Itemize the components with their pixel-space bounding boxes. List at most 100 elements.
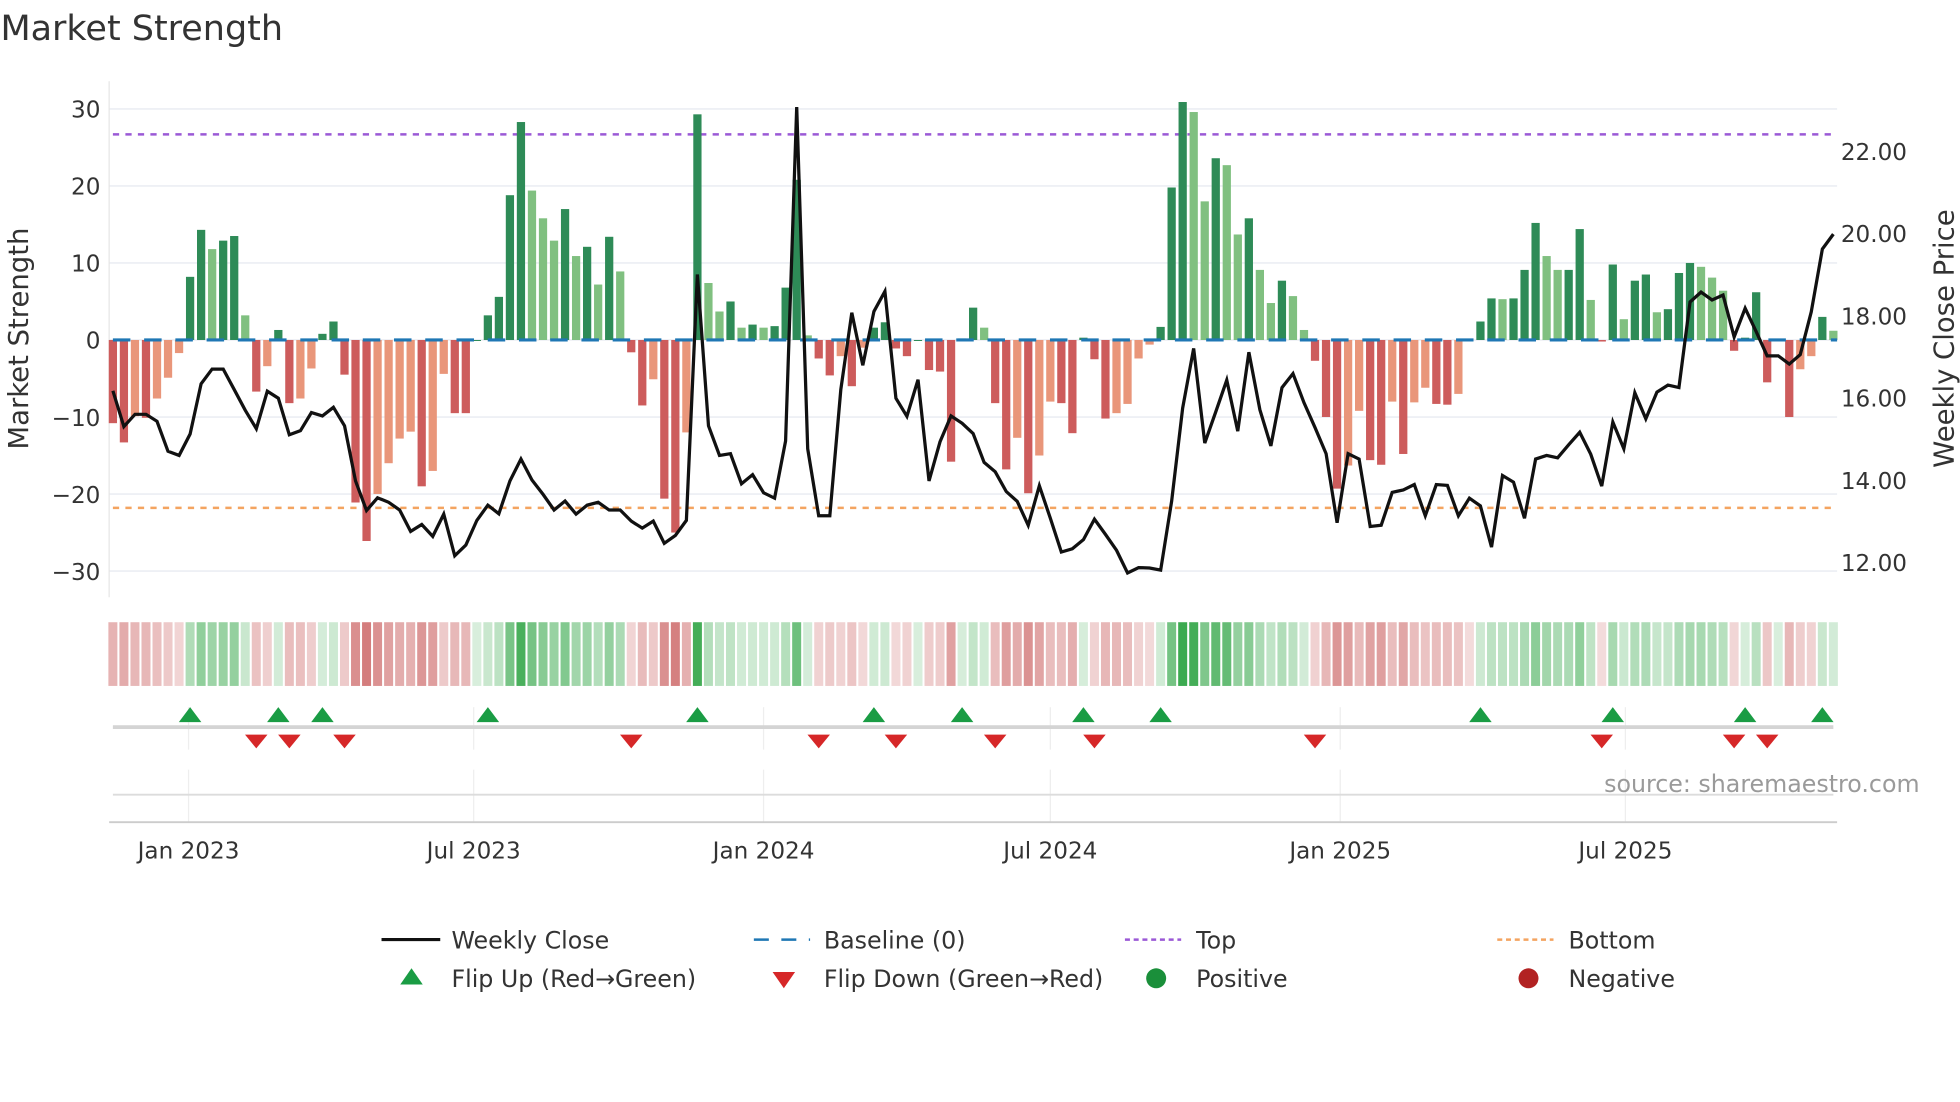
heatmap-cell <box>1641 622 1651 686</box>
heatmap-cell <box>1718 622 1728 686</box>
heatmap-cell <box>1387 622 1397 686</box>
heatmap-cell <box>362 622 372 686</box>
heatmap-cell <box>1828 622 1838 686</box>
heatmap-cell <box>880 622 890 686</box>
heatmap-cell <box>1674 622 1684 686</box>
strength-bar <box>241 315 250 340</box>
heatmap-cell <box>1056 622 1066 686</box>
heatmap-cell <box>1310 622 1320 686</box>
legend-label: Flip Down (Green→Red) <box>824 965 1103 993</box>
heatmap-cell <box>1078 622 1088 686</box>
heatmap-cell <box>141 622 151 686</box>
strength-bar <box>108 339 118 424</box>
heatmap-cell <box>1167 622 1177 686</box>
heatmap-cell <box>1486 622 1496 686</box>
heatmap-cell <box>1420 622 1430 686</box>
strength-bar <box>219 240 228 340</box>
strength-bar <box>450 339 459 414</box>
strength-bar <box>902 339 912 357</box>
strength-bar <box>1200 201 1209 340</box>
heatmap-cell <box>472 622 482 686</box>
heatmap-cell <box>1663 622 1673 686</box>
strength-bar <box>1630 280 1639 340</box>
heatmap-cell <box>1277 622 1287 686</box>
heatmap-cell <box>1751 622 1761 686</box>
strength-bar <box>1189 112 1198 340</box>
heatmap-cell <box>1067 622 1077 686</box>
strength-bar <box>1013 339 1022 438</box>
strength-bar <box>1454 339 1463 394</box>
strength-bar <box>836 339 845 357</box>
y-axis-title-right: Weekly Close Price <box>1928 209 1960 467</box>
strength-bar <box>560 209 570 340</box>
strength-bar <box>1707 277 1717 340</box>
heatmap-cell <box>957 622 967 686</box>
heatmap-cell <box>163 622 173 686</box>
heatmap-cell <box>869 622 879 686</box>
heatmap-cell <box>1586 622 1596 686</box>
heatmap-cell <box>306 622 316 686</box>
strength-bar <box>196 229 206 340</box>
strength-bar <box>847 339 856 387</box>
heatmap-cell <box>814 622 824 686</box>
strength-bar <box>1321 339 1331 418</box>
heatmap-cell <box>1553 622 1563 686</box>
heatmap-cell <box>483 622 493 686</box>
heatmap-cell <box>1409 622 1419 686</box>
strength-bar <box>1366 339 1375 461</box>
strength-bar <box>141 339 151 418</box>
heatmap-cell <box>604 622 614 686</box>
y-tick-label-right: 14.00 <box>1841 469 1907 495</box>
x-tick-label: Jul 2024 <box>1001 838 1097 864</box>
strength-bar <box>571 256 581 340</box>
strength-bar <box>1288 296 1298 340</box>
strength-bar <box>1332 339 1342 489</box>
strength-bar <box>1355 339 1364 411</box>
strength-bar <box>1696 266 1706 340</box>
strength-bar <box>1619 319 1628 340</box>
circle-icon <box>1518 968 1539 989</box>
strength-bar <box>1233 234 1242 340</box>
strength-bar <box>1156 326 1165 340</box>
x-tick-label: Jul 2025 <box>1576 838 1672 864</box>
heatmap-cell <box>626 622 636 686</box>
strength-bar <box>1343 339 1353 466</box>
strength-bar <box>549 240 559 340</box>
strength-bar <box>1597 339 1606 342</box>
heatmap-cell <box>1475 622 1485 686</box>
heatmap-cell <box>450 622 460 686</box>
strength-bar <box>935 339 945 372</box>
strength-bar <box>924 339 934 371</box>
strength-bar <box>505 195 515 340</box>
heatmap-cell <box>351 622 361 686</box>
strength-bar <box>174 339 184 354</box>
strength-bar <box>373 339 382 495</box>
legend-label: Baseline (0) <box>824 926 966 954</box>
heatmap-cell <box>373 622 383 686</box>
strength-bar <box>340 339 349 375</box>
strength-bar <box>660 339 669 499</box>
strength-bar <box>1002 339 1011 470</box>
heatmap-cell <box>428 622 438 686</box>
heatmap-cell <box>406 622 416 686</box>
strength-bar <box>538 218 548 340</box>
heatmap-cell <box>770 622 780 686</box>
strength-bar <box>307 339 316 369</box>
strength-bar <box>406 339 415 432</box>
heatmap-cell <box>1255 622 1265 686</box>
heatmap-cell <box>417 622 427 686</box>
heatmap-cell <box>593 622 603 686</box>
strength-bar <box>1663 309 1673 340</box>
y-tick-label-left: 30 <box>71 98 100 124</box>
strength-bar <box>759 327 768 340</box>
strength-bar <box>395 339 404 439</box>
heatmap-cell <box>1740 622 1750 686</box>
heatmap-cell <box>152 622 162 686</box>
heatmap-cell <box>516 622 526 686</box>
strength-bar <box>1608 264 1617 340</box>
strength-bar <box>1046 339 1055 402</box>
heatmap-cell <box>582 622 592 686</box>
heatmap-cell <box>748 622 758 686</box>
y-tick-label-right: 12.00 <box>1841 551 1907 577</box>
heatmap-cell <box>825 622 835 686</box>
